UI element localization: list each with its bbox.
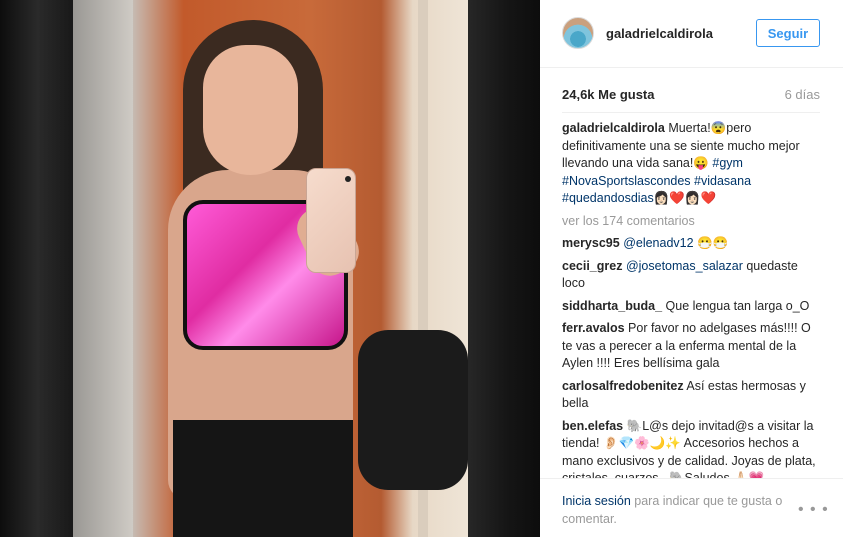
post-sidebar: galadrielcaldirola Seguir 24,6k Me gusta… xyxy=(540,0,843,537)
caption-tag[interactable]: #vidasana xyxy=(694,174,751,188)
comment-username[interactable]: carlosalfredobenitez xyxy=(562,379,684,393)
list-item: siddharta_buda_ Que lengua tan larga o_O xyxy=(562,298,824,316)
list-item: merysc95 @elenadv12 😷😷 xyxy=(562,235,824,253)
likes-row: 24,6k Me gusta 6 días xyxy=(562,87,820,105)
caption: galadrielcaldirola Muerta!😨pero definiti… xyxy=(562,120,824,208)
avatar[interactable] xyxy=(562,17,594,49)
login-link[interactable]: Inicia sesión xyxy=(562,494,631,508)
divider xyxy=(562,112,820,113)
post-footer: Inicia sesión para indicar que te gusta … xyxy=(540,478,843,537)
photo-phone xyxy=(306,168,356,273)
list-item: cecii_grez @josetomas_salazar quedaste l… xyxy=(562,258,824,293)
photo-bag xyxy=(358,330,468,490)
comment-username[interactable]: cecii_grez xyxy=(562,259,622,273)
photo-face xyxy=(203,45,298,175)
caption-tag[interactable]: #gym xyxy=(712,156,743,170)
comment-text: 😷😷 xyxy=(697,236,729,250)
post-header: galadrielcaldirola Seguir xyxy=(540,0,843,68)
comment-username[interactable]: ferr.avalos xyxy=(562,321,625,335)
post-photo[interactable] xyxy=(73,0,468,537)
caption-tag[interactable]: #NovaSportslascondes xyxy=(562,174,691,188)
post-username[interactable]: galadrielcaldirola xyxy=(606,26,713,41)
comment-mention[interactable]: @elenadv12 xyxy=(623,236,693,250)
caption-username[interactable]: galadrielcaldirola xyxy=(562,121,665,135)
likes-count[interactable]: 24,6k Me gusta xyxy=(562,87,655,102)
photo-wall xyxy=(73,0,133,537)
comment-mention[interactable]: @josetomas_salazar xyxy=(626,259,743,273)
ellipsis-icon[interactable]: • • • xyxy=(798,501,829,519)
caption-emojis: 👩🏻❤️👩🏻❤️ xyxy=(653,191,717,205)
post-time[interactable]: 6 días xyxy=(785,87,820,102)
comment-username[interactable]: ben.elefas xyxy=(562,419,623,433)
photo-pants xyxy=(173,420,353,537)
comment-text: Que lengua tan larga o_O xyxy=(665,298,810,313)
photo-phone-camera xyxy=(345,176,351,182)
comments-list: galadrielcaldirola Muerta!😨pero definiti… xyxy=(562,120,824,478)
list-item: ben.elefas 🐘L@s dejo invitad@s a visitar… xyxy=(562,418,824,479)
view-comments-link[interactable]: ver los 174 comentarios xyxy=(562,213,824,231)
comment-username[interactable]: siddharta_buda_ xyxy=(562,299,662,313)
caption-tag[interactable]: #quedandosdias xyxy=(562,191,654,205)
list-item: ferr.avalos Por favor no adelgases más!!… xyxy=(562,320,824,373)
list-item: carlosalfredobenitez Así estas hermosas … xyxy=(562,378,824,413)
login-prompt: Inicia sesión para indicar que te gusta … xyxy=(562,493,792,528)
follow-button[interactable]: Seguir xyxy=(756,19,820,47)
comment-username[interactable]: merysc95 xyxy=(562,236,620,250)
